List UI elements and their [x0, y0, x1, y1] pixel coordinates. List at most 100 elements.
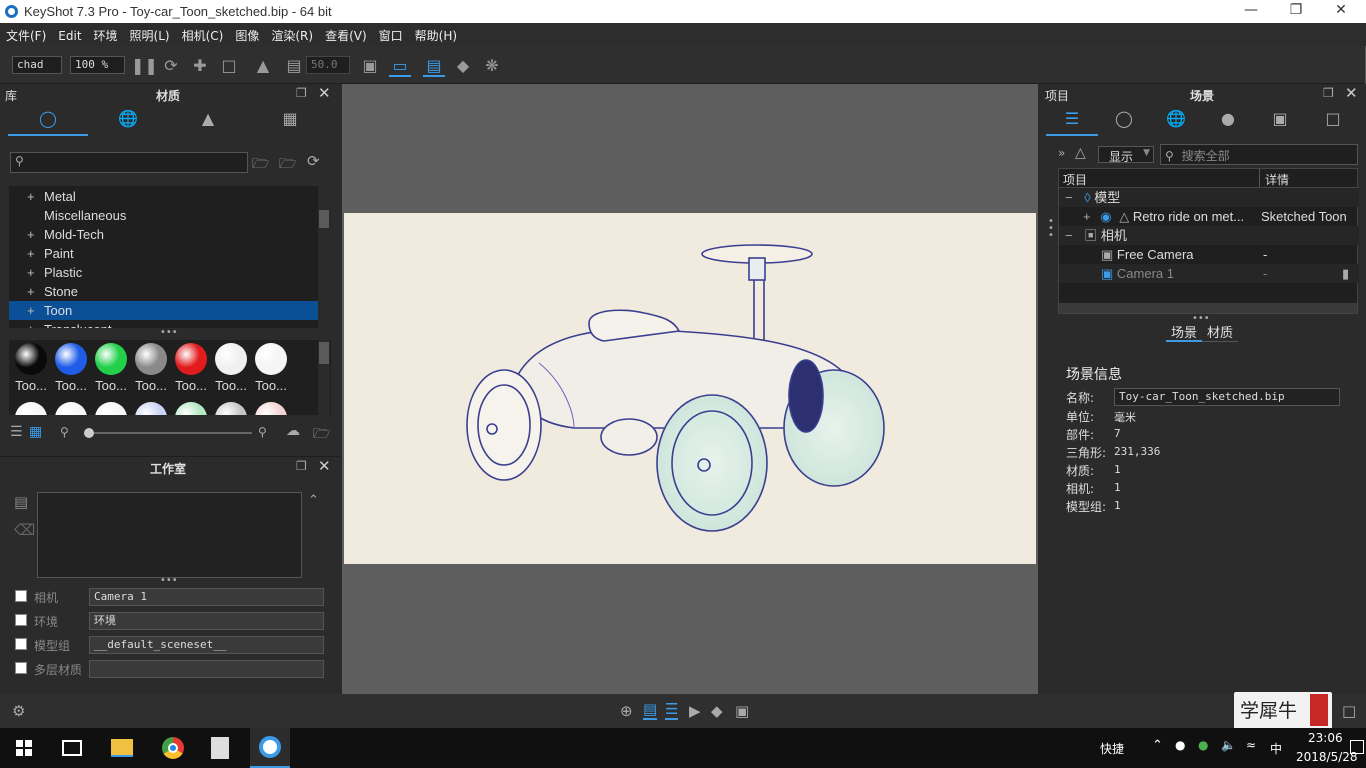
swatch-scrollbar[interactable]: [318, 340, 330, 415]
float-panel-icon[interactable]: ❐: [1323, 86, 1334, 100]
animation-icon[interactable]: ▶: [689, 702, 701, 720]
panel-drag-handle[interactable]: • • •: [1048, 217, 1054, 241]
subtab-material[interactable]: 材质: [1202, 322, 1238, 342]
zoom-out-icon[interactable]: ⚲: [60, 425, 69, 439]
splitter-dots[interactable]: •••: [160, 575, 178, 586]
start-windows-icon[interactable]: [16, 740, 32, 756]
folder-add-icon[interactable]: 🗁: [252, 153, 269, 177]
menu-image[interactable]: 图像: [229, 23, 265, 44]
menu-file[interactable]: 文件(F): [0, 23, 52, 44]
shield-icon[interactable]: ◆: [452, 55, 474, 77]
material-swatch[interactable]: Too...: [12, 343, 50, 395]
close-panel-icon[interactable]: ✕: [1345, 84, 1358, 102]
splitter-dots[interactable]: •••: [160, 327, 178, 338]
zoom-in-icon[interactable]: ⚲: [258, 425, 267, 439]
calculator-icon[interactable]: [211, 737, 229, 759]
filter-icon[interactable]: △: [1075, 145, 1086, 161]
import-icon[interactable]: ⊕: [620, 702, 633, 720]
studio-checkbox[interactable]: [15, 638, 27, 650]
display-select[interactable]: 显示 ▼: [1098, 146, 1154, 164]
menu-view[interactable]: 查看(V): [319, 23, 373, 44]
category-paint[interactable]: + Paint: [9, 244, 318, 263]
perspective-icon[interactable]: ▲: [252, 55, 274, 77]
list-view-icon[interactable]: ☰: [10, 424, 23, 440]
value-field[interactable]: 50.0: [306, 56, 350, 74]
tumble-icon[interactable]: ⟳: [160, 55, 182, 77]
tab-backplates[interactable]: ▲: [168, 106, 248, 136]
upload-icon[interactable]: ☁: [286, 423, 300, 439]
wechat-icon[interactable]: ●: [1198, 738, 1208, 752]
region-icon[interactable]: ▤: [283, 55, 305, 77]
studio-row-select[interactable]: __default_sceneset__: [89, 636, 324, 654]
category-toon[interactable]: + Toon: [9, 301, 318, 320]
menu-edit[interactable]: Edit: [52, 25, 87, 43]
subtab-scene[interactable]: 场景: [1166, 322, 1202, 342]
close-panel-icon[interactable]: ✕: [318, 84, 331, 102]
keyshot-taskbar-icon[interactable]: [250, 728, 290, 768]
material-swatch[interactable]: Too...: [252, 343, 290, 395]
studio-row-select[interactable]: [89, 660, 324, 678]
tab-textures[interactable]: ▦: [248, 106, 332, 136]
folder-sync-icon[interactable]: 🗁: [313, 423, 330, 447]
file-explorer-icon[interactable]: [111, 739, 133, 757]
chevron-up-icon[interactable]: ⌃: [1152, 738, 1163, 753]
quick-launch-label[interactable]: 快捷: [1100, 740, 1124, 757]
material-preview-icon[interactable]: [135, 402, 167, 415]
project-toggle-icon[interactable]: ☰: [665, 700, 679, 720]
pause-icon[interactable]: ❚❚: [131, 55, 158, 77]
tab-lighting[interactable]: ●: [1202, 106, 1254, 136]
slider-knob[interactable]: [84, 428, 94, 438]
scroll-thumb[interactable]: [319, 210, 329, 228]
chrome-icon[interactable]: [162, 737, 184, 759]
menu-camera[interactable]: 相机(C): [176, 23, 230, 44]
trash-icon[interactable]: ⌫: [14, 521, 35, 539]
tab-environment[interactable]: 🌐: [1150, 106, 1202, 136]
category-plastic[interactable]: + Plastic: [9, 263, 318, 282]
minimize-icon[interactable]: —: [1231, 2, 1271, 18]
fullscreen-icon[interactable]: □: [1342, 702, 1356, 720]
tree-h-scrollbar[interactable]: [1059, 303, 1357, 313]
clock-date[interactable]: 2018/5/28: [1296, 750, 1358, 764]
ime-indicator[interactable]: 中: [1270, 740, 1282, 757]
close-panel-icon[interactable]: ✕: [318, 457, 331, 475]
material-preview-icon[interactable]: [255, 402, 287, 415]
keyshotvr-icon[interactable]: ◆: [711, 702, 723, 720]
clock-time[interactable]: 23:06: [1308, 731, 1343, 745]
category-mold-tech[interactable]: + Mold-Tech: [9, 225, 318, 244]
menu-lighting[interactable]: 照明(L): [124, 23, 176, 44]
material-swatch[interactable]: Too...: [52, 343, 90, 395]
material-swatch[interactable]: Too...: [92, 343, 130, 395]
scene-name-field[interactable]: Toy-car_Toon_sketched.bip: [1114, 388, 1340, 406]
col-header-item[interactable]: 项目: [1063, 171, 1087, 188]
tab-scene[interactable]: ☰: [1046, 106, 1098, 136]
lock-camera-icon[interactable]: ▭: [389, 55, 411, 77]
col-header-detail[interactable]: 详情: [1265, 171, 1289, 188]
tree-row-models[interactable]: − ◊ 模型: [1059, 188, 1359, 207]
tree-scrollbar[interactable]: [318, 186, 331, 328]
material-swatch[interactable]: Too...: [172, 343, 210, 395]
material-preview-icon[interactable]: [15, 402, 47, 415]
studio-row-select[interactable]: 环境: [89, 612, 324, 630]
studio-checkbox[interactable]: [15, 590, 27, 602]
menu-environment[interactable]: 环境: [88, 23, 124, 44]
notification-icon[interactable]: [1350, 740, 1364, 754]
fit-icon[interactable]: □: [218, 55, 240, 77]
scene-icon[interactable]: ❋: [481, 55, 503, 77]
close-window-icon[interactable]: ✕: [1321, 2, 1361, 18]
tree-row-camera-1[interactable]: ▣ Camera 1 - ▮: [1059, 264, 1359, 283]
tree-row-cameras[interactable]: − ▣ 相机: [1059, 226, 1359, 245]
menu-render[interactable]: 渲染(R): [265, 23, 319, 44]
studio-list[interactable]: [37, 492, 302, 578]
visibility-eye-icon[interactable]: ◉: [1100, 209, 1111, 224]
folder-import-icon[interactable]: 🗁: [279, 153, 296, 177]
refresh-icon[interactable]: ⟳: [307, 152, 320, 170]
tab-camera[interactable]: ▣: [1254, 106, 1306, 136]
preset-select[interactable]: chad: [12, 56, 62, 74]
volume-icon[interactable]: 🔈: [1221, 738, 1236, 752]
category-stone[interactable]: + Stone: [9, 282, 318, 301]
restore-icon[interactable]: ❐: [1276, 2, 1316, 18]
studio-row-select[interactable]: Camera 1: [89, 588, 324, 606]
material-swatch[interactable]: Too...: [212, 343, 250, 395]
studio-checkbox[interactable]: [15, 614, 27, 626]
tree-row-free-camera[interactable]: ▣ Free Camera -: [1059, 245, 1359, 264]
